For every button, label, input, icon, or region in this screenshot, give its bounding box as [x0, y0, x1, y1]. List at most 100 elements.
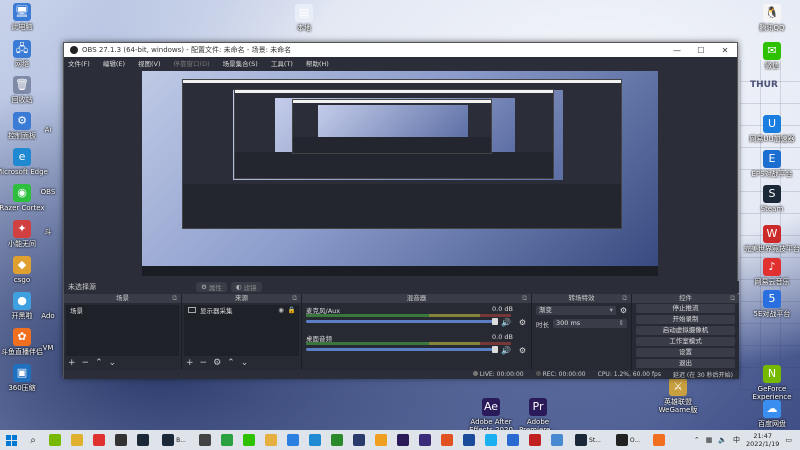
taskbar-app-22[interactable] [524, 430, 546, 450]
desktop-icon-partial-2[interactable]: 斗 [33, 228, 63, 236]
tray-chevron-icon[interactable]: ⌃ [694, 436, 700, 444]
sources-list[interactable]: 显示器采集 ◉ 🔒 [184, 305, 299, 356]
menu-item-0[interactable]: 文件(F) [68, 58, 90, 68]
volume-slider[interactable] [306, 318, 498, 325]
obs-titlebar[interactable]: OBS 27.1.3 (64-bit, windows) - 配置文件: 未命名… [64, 43, 737, 57]
properties-button[interactable]: ⚙ 属性 [196, 282, 227, 292]
move-up-icon[interactable]: ⌃ [227, 358, 235, 368]
desktop-icon-right_icons-9[interactable]: ☁ 百度网盘 [744, 400, 800, 428]
desktop-icon-left_icons-1[interactable]: 🖧 网络 [0, 40, 50, 68]
desktop-icon-left_icons-10[interactable]: ▣ 360压缩 [0, 364, 50, 392]
minimize-button[interactable]: — [665, 46, 689, 55]
desktop-icon-right_icons-5[interactable]: W 完美世界竞技平台 [744, 225, 800, 253]
move-up-icon[interactable]: ⌃ [95, 358, 103, 368]
desktop-icon-left_icons-7[interactable]: ◆ csgo [0, 256, 50, 284]
taskbar-app-20[interactable] [480, 430, 502, 450]
duration-input[interactable]: 300 ms ⇕ [553, 319, 627, 328]
move-down-icon[interactable]: ⌄ [109, 358, 117, 368]
lock-icon[interactable]: 🔒 [288, 306, 296, 314]
remove-scene-button[interactable]: − [82, 358, 90, 368]
control-button-3[interactable]: 工作室模式 [636, 337, 735, 346]
taskbar-app-14[interactable] [348, 430, 370, 450]
taskbar-app-18[interactable] [436, 430, 458, 450]
ime-icon[interactable]: 中 [733, 435, 740, 445]
taskbar-app-17[interactable] [414, 430, 436, 450]
desktop-icon-partial-3[interactable]: Ado [33, 312, 63, 320]
control-button-0[interactable]: 停止推流 [636, 304, 735, 313]
undock-icon[interactable]: ⧉ [172, 294, 177, 303]
taskbar-app-11[interactable] [282, 430, 304, 450]
transition-gear-icon[interactable]: ⚙ [620, 306, 627, 315]
maximize-button[interactable]: ☐ [689, 46, 713, 55]
add-source-button[interactable]: + [186, 358, 194, 368]
taskbar-app-21[interactable] [502, 430, 524, 450]
undock-icon[interactable]: ⧉ [522, 294, 527, 303]
desktop-icon-partial-1[interactable]: OBS [33, 188, 63, 196]
add-scene-button[interactable]: + [68, 358, 76, 368]
desktop-icon-right_icons-8[interactable]: N GeForce Experience [744, 365, 800, 401]
remove-source-button[interactable]: − [200, 358, 208, 368]
desktop-icon-left_icons-2[interactable]: 🗑 回收站 [0, 76, 50, 104]
control-button-1[interactable]: 开始录制 [636, 315, 735, 324]
clock[interactable]: 21:47 2022/1/19 [746, 432, 779, 448]
taskbar-app-10[interactable] [260, 430, 282, 450]
taskbar-app-5[interactable] [132, 430, 154, 450]
taskbar-app-25[interactable]: O... [608, 430, 648, 450]
volume-slider[interactable] [306, 346, 498, 353]
desktop-icon-bottom_icons-2[interactable]: ⚔ 英雄联盟WeGame版 [650, 378, 706, 414]
source-gear-icon[interactable]: ⚙ [213, 358, 221, 368]
taskbar-app-23[interactable] [546, 430, 568, 450]
control-button-5[interactable]: 退出 [636, 359, 735, 368]
taskbar-app-4[interactable] [110, 430, 132, 450]
undock-icon[interactable]: ⧉ [292, 294, 297, 303]
desktop-icon-top_icon_x-0[interactable]: ▤ 本地 [276, 4, 332, 32]
desktop-icon-right_icons-2[interactable]: U 网易UU加速器 [744, 115, 800, 143]
taskbar-app-9[interactable] [238, 430, 260, 450]
transition-select[interactable]: 渐变 ▾ [536, 306, 616, 315]
taskbar-app-6[interactable]: B... [154, 430, 194, 450]
mixer-gear-icon[interactable]: ⚙ [519, 318, 526, 327]
scenes-list[interactable]: 场景 [66, 305, 179, 356]
taskbar-app-3[interactable] [88, 430, 110, 450]
desktop-icon-right_icons-4[interactable]: S Steam [744, 185, 800, 213]
desktop-icon-right_icons-1[interactable]: ✉ 微信 [744, 42, 800, 70]
eye-icon[interactable]: ◉ [278, 306, 284, 314]
network-icon[interactable]: ▦ [706, 436, 713, 444]
taskbar-app-16[interactable] [392, 430, 414, 450]
obs-window[interactable]: OBS 27.1.3 (64-bit, windows) - 配置文件: 未命名… [63, 42, 739, 379]
menu-item-5[interactable]: 工具(T) [271, 58, 293, 68]
menu-item-6[interactable]: 帮助(H) [306, 58, 329, 68]
desktop-icon-partial-0[interactable]: Ai [33, 126, 63, 134]
start-button[interactable] [0, 430, 22, 450]
volume-icon[interactable]: 🔈 [718, 436, 727, 444]
undock-icon[interactable]: ⧉ [622, 294, 627, 303]
taskbar-app-15[interactable] [370, 430, 392, 450]
desktop-icon-bottom_icons-1[interactable]: Pr Adobe Premiere... [510, 398, 566, 430]
taskbar-app-0[interactable]: ⌕ [22, 430, 44, 450]
taskbar-app-26[interactable] [648, 430, 670, 450]
source-item[interactable]: 显示器采集 ◉ 🔒 [184, 305, 299, 315]
control-button-2[interactable]: 启动虚拟摄像机 [636, 326, 735, 335]
scene-item[interactable]: 场景 [66, 305, 179, 315]
taskbar-app-19[interactable] [458, 430, 480, 450]
undock-icon[interactable]: ⧉ [730, 294, 735, 303]
menu-item-3[interactable]: 停靠窗口(D) [174, 58, 210, 68]
desktop-icon-partial-4[interactable]: VM [33, 344, 63, 352]
desktop-icon-right_icons-7[interactable]: 5 5E对战平台 [744, 290, 800, 318]
desktop-icon-left_icons-4[interactable]: e Microsoft Edge [0, 148, 50, 176]
taskbar-app-13[interactable] [326, 430, 348, 450]
obs-preview[interactable] [142, 71, 658, 276]
notification-icon[interactable]: ▭ [785, 436, 792, 444]
speaker-icon[interactable]: 🔊 [501, 318, 511, 327]
mixer-gear-icon[interactable]: ⚙ [519, 346, 526, 355]
control-button-4[interactable]: 设置 [636, 348, 735, 357]
menu-item-4[interactable]: 场景集合(S) [223, 58, 258, 68]
filters-button[interactable]: ◐ 滤镜 [230, 282, 262, 292]
desktop-icon-right_icons-6[interactable]: ♪ 网易云音乐 [744, 258, 800, 286]
taskbar-app-24[interactable]: St... [568, 430, 608, 450]
move-down-icon[interactable]: ⌄ [241, 358, 249, 368]
close-button[interactable]: ✕ [713, 46, 737, 55]
desktop-icon-left_icons-0[interactable]: 🖥 此电脑 [0, 3, 50, 31]
menu-item-2[interactable]: 视图(V) [138, 58, 161, 68]
taskbar-app-7[interactable] [194, 430, 216, 450]
